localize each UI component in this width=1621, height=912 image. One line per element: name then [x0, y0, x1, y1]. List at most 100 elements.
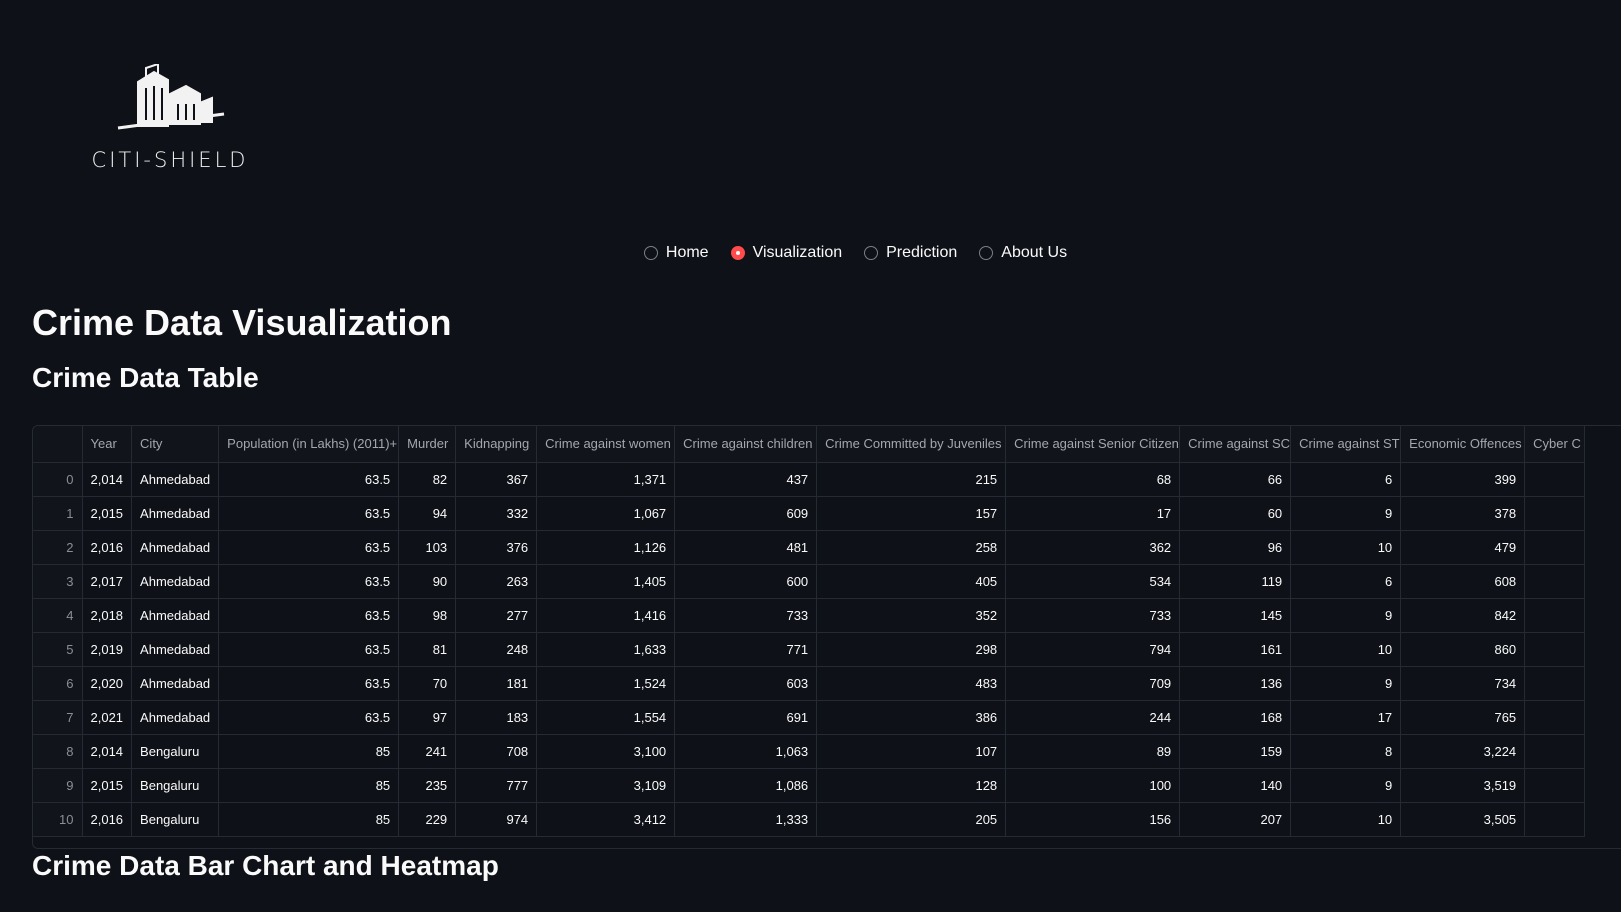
table-cell[interactable]: 235: [398, 768, 457, 803]
nav-item-about-us[interactable]: About Us: [979, 244, 1067, 262]
row-index[interactable]: 7: [33, 700, 83, 735]
table-cell[interactable]: [1524, 564, 1586, 599]
table-cell[interactable]: 263: [455, 564, 538, 599]
table-row[interactable]: 0 2,014 Ahmedabad 63.5 82 367 1,371 437 215 68 66 6…: [33, 462, 1586, 497]
table-cell[interactable]: Bengaluru: [131, 768, 220, 803]
table-cell[interactable]: 2,021: [82, 700, 133, 735]
table-cell[interactable]: 2,017: [82, 564, 133, 599]
table-cell[interactable]: 534: [1005, 564, 1181, 599]
table-cell[interactable]: 205: [816, 802, 1007, 837]
table-cell[interactable]: 70: [398, 666, 457, 701]
column-header[interactable]: Crime against women: [536, 426, 676, 463]
table-cell[interactable]: 145: [1179, 598, 1292, 633]
table-cell[interactable]: 119: [1179, 564, 1292, 599]
radio-icon[interactable]: [643, 246, 658, 260]
table-cell[interactable]: [1524, 598, 1586, 633]
table-cell[interactable]: 298: [816, 632, 1007, 667]
table-cell[interactable]: 437: [674, 462, 818, 497]
table-cell[interactable]: 10: [1290, 530, 1402, 565]
table-row[interactable]: 1 2,015 Ahmedabad 63.5 94 332 1,067 609 157 17 60 9…: [33, 496, 1586, 531]
table-cell[interactable]: Ahmedabad: [131, 700, 220, 735]
table-row[interactable]: 10 2,016 Bengaluru 85 229 974 3,412 1,333 205 156…: [33, 802, 1586, 837]
table-cell[interactable]: 777: [455, 768, 538, 803]
table-cell[interactable]: 258: [816, 530, 1007, 565]
table-cell[interactable]: 367: [455, 462, 538, 497]
table-row[interactable]: 8 2,014 Bengaluru 85 241 708 3,100 1,063 107 89 15…: [33, 734, 1586, 769]
table-cell[interactable]: 1,067: [536, 496, 676, 531]
table-cell[interactable]: 600: [674, 564, 818, 599]
table-cell[interactable]: 9: [1290, 496, 1402, 531]
table-cell[interactable]: 1,063: [674, 734, 818, 769]
table-cell[interactable]: 97: [398, 700, 457, 735]
radio-icon[interactable]: [730, 246, 745, 260]
table-cell[interactable]: 352: [816, 598, 1007, 633]
table-cell[interactable]: 157: [816, 496, 1007, 531]
table-cell[interactable]: 609: [674, 496, 818, 531]
table-cell[interactable]: 1,633: [536, 632, 676, 667]
table-cell[interactable]: 89: [1005, 734, 1181, 769]
table-cell[interactable]: Ahmedabad: [131, 530, 220, 565]
column-header[interactable]: City: [131, 426, 220, 463]
table-row[interactable]: 7 2,021 Ahmedabad 63.5 97 183 1,554 691 386 244 16…: [33, 700, 1586, 735]
column-header[interactable]: Cyber C: [1524, 426, 1586, 463]
radio-icon[interactable]: [979, 246, 994, 260]
table-cell[interactable]: 6: [1290, 462, 1402, 497]
table-cell[interactable]: 1,333: [674, 802, 818, 837]
row-index[interactable]: 3: [33, 564, 83, 599]
table-cell[interactable]: 362: [1005, 530, 1181, 565]
table-cell[interactable]: 85: [218, 768, 400, 803]
table-cell[interactable]: 6: [1290, 564, 1402, 599]
table-cell[interactable]: 399: [1400, 462, 1526, 497]
table-cell[interactable]: 3,100: [536, 734, 676, 769]
table-cell[interactable]: 85: [218, 802, 400, 837]
row-index[interactable]: 9: [33, 768, 83, 803]
table-cell[interactable]: Ahmedabad: [131, 666, 220, 701]
column-header[interactable]: Crime against ST: [1290, 426, 1402, 463]
table-row[interactable]: 9 2,015 Bengaluru 85 235 777 3,109 1,086 128 100 1…: [33, 768, 1586, 803]
crime-data-table[interactable]: Year City Population (in Lakhs) (2011)+ Mur…: [32, 425, 1621, 849]
table-cell[interactable]: 479: [1400, 530, 1526, 565]
table-row[interactable]: 5 2,019 Ahmedabad 63.5 81 248 1,633 771 298 794 16…: [33, 632, 1586, 667]
table-cell[interactable]: Bengaluru: [131, 802, 220, 837]
table-cell[interactable]: 1,416: [536, 598, 676, 633]
table-cell[interactable]: 376: [455, 530, 538, 565]
column-header[interactable]: Crime against children: [674, 426, 818, 463]
row-index[interactable]: 5: [33, 632, 83, 667]
row-index[interactable]: 8: [33, 734, 83, 769]
table-cell[interactable]: 277: [455, 598, 538, 633]
table-cell[interactable]: 82: [398, 462, 457, 497]
table-cell[interactable]: 2,016: [82, 802, 133, 837]
data-grid[interactable]: Year City Population (in Lakhs) (2011)+ Mur…: [33, 426, 1586, 837]
table-cell[interactable]: [1524, 666, 1586, 701]
table-cell[interactable]: 3,519: [1400, 768, 1526, 803]
table-cell[interactable]: 378: [1400, 496, 1526, 531]
table-cell[interactable]: 159: [1179, 734, 1292, 769]
table-cell[interactable]: 842: [1400, 598, 1526, 633]
table-cell[interactable]: 734: [1400, 666, 1526, 701]
table-cell[interactable]: 100: [1005, 768, 1181, 803]
table-cell[interactable]: 96: [1179, 530, 1292, 565]
table-cell[interactable]: 207: [1179, 802, 1292, 837]
table-cell[interactable]: 1,086: [674, 768, 818, 803]
radio-icon[interactable]: [864, 246, 879, 260]
table-cell[interactable]: 17: [1290, 700, 1402, 735]
table-cell[interactable]: 63.5: [218, 462, 400, 497]
table-cell[interactable]: 2,014: [82, 734, 133, 769]
table-cell[interactable]: 9: [1290, 598, 1402, 633]
table-cell[interactable]: 709: [1005, 666, 1181, 701]
table-cell[interactable]: 81: [398, 632, 457, 667]
column-header[interactable]: Crime against Senior Citizen: [1005, 426, 1181, 463]
table-cell[interactable]: 405: [816, 564, 1007, 599]
row-index[interactable]: 1: [33, 496, 83, 531]
table-cell[interactable]: 63.5: [218, 666, 400, 701]
table-cell[interactable]: [1524, 802, 1586, 837]
table-cell[interactable]: 1,126: [536, 530, 676, 565]
table-cell[interactable]: 2,019: [82, 632, 133, 667]
table-cell[interactable]: 161: [1179, 632, 1292, 667]
table-cell[interactable]: 90: [398, 564, 457, 599]
row-index[interactable]: 4: [33, 598, 83, 633]
table-cell[interactable]: 63.5: [218, 530, 400, 565]
table-cell[interactable]: 2,014: [82, 462, 133, 497]
table-row[interactable]: 3 2,017 Ahmedabad 63.5 90 263 1,405 600 405 534 11…: [33, 564, 1586, 599]
table-cell[interactable]: 9: [1290, 768, 1402, 803]
